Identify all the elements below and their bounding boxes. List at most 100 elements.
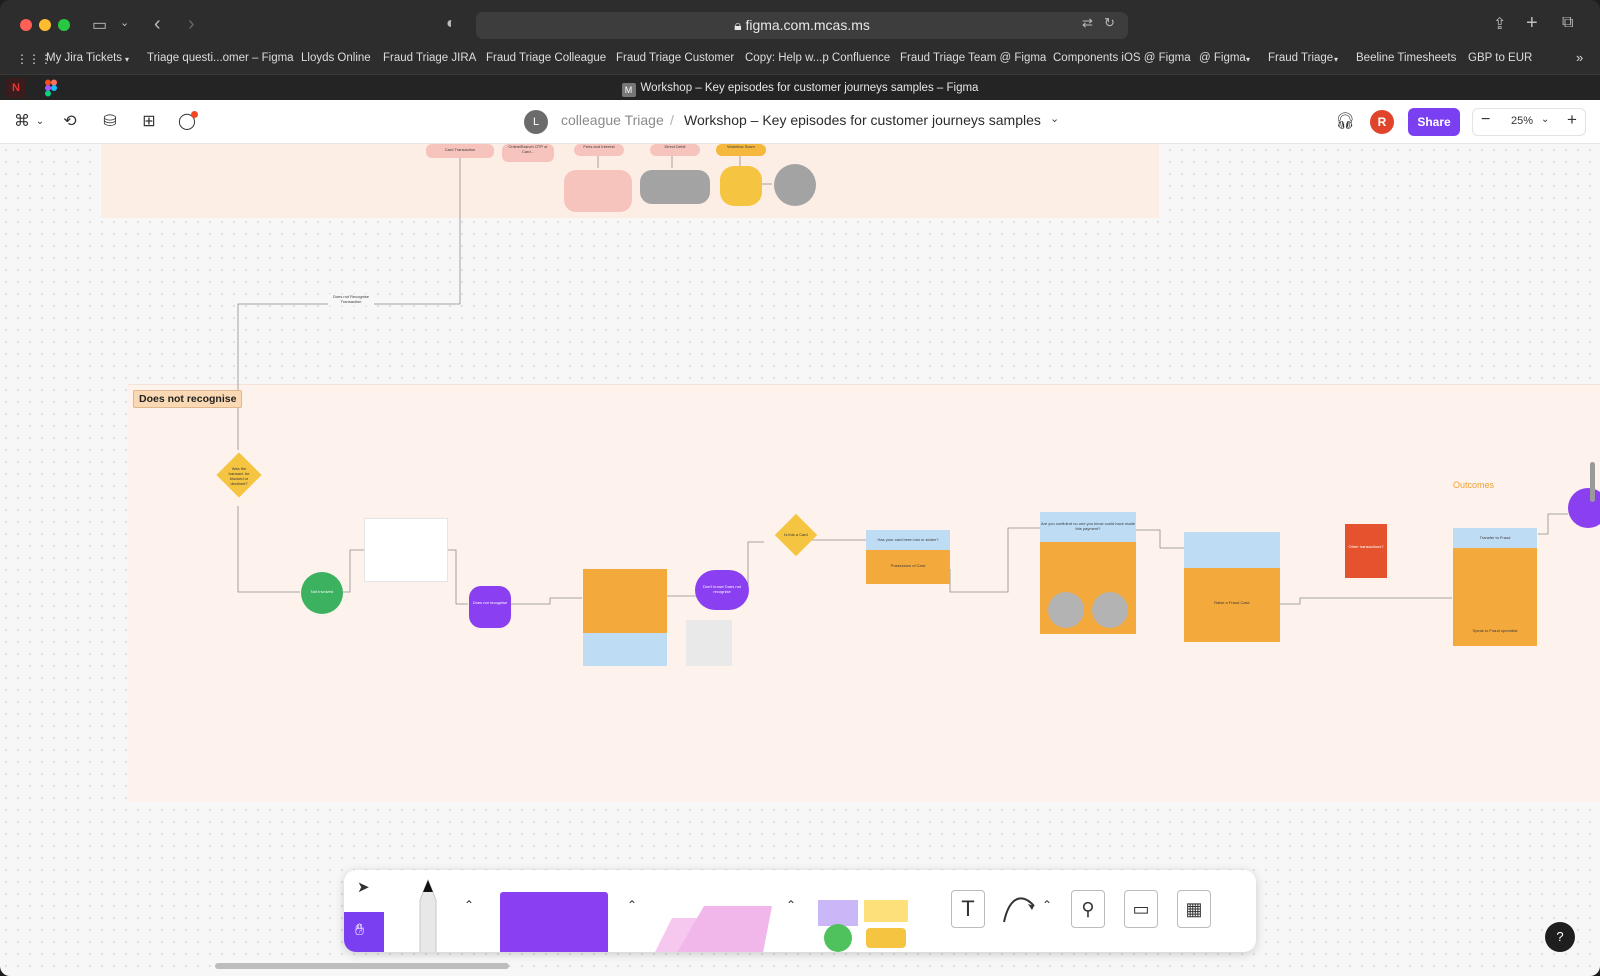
bookmark-item[interactable]: Copy: Help w...p Confluence — [745, 52, 890, 64]
other-transactions-node[interactable]: Other transactions? — [1345, 524, 1387, 578]
option-bubble[interactable] — [1092, 592, 1128, 628]
top-node[interactable]: Card Transaction — [426, 144, 494, 158]
chevron-down-icon[interactable]: ⌄ — [1050, 112, 1059, 125]
stamp-tool[interactable]: ⚲ — [1071, 890, 1105, 928]
zoom-level[interactable]: 25% — [1511, 115, 1533, 127]
text-tool[interactable]: T — [951, 890, 985, 928]
tab-overview-icon[interactable]: ⧉ — [1562, 14, 1573, 32]
horizontal-scrollbar[interactable] — [215, 963, 509, 969]
assets-icon[interactable]: ⛁ — [100, 112, 120, 132]
grey-note[interactable] — [686, 620, 732, 666]
active-tab[interactable]: M Workshop – Key episodes for customer jo… — [0, 75, 1600, 101]
file-name[interactable]: Workshop – Key episodes for customer jou… — [684, 112, 1041, 128]
offscreen-node[interactable] — [1568, 488, 1600, 528]
stickers-tool[interactable] — [814, 898, 914, 952]
figma-menu-icon[interactable]: ⌘ — [12, 112, 32, 132]
chevron-down-icon[interactable]: ⌄ — [1541, 114, 1549, 125]
chevron-down-icon[interactable]: ▾ — [1334, 55, 1338, 64]
lock-icon: 🔒︎ — [734, 17, 746, 33]
does-not-recognise-node[interactable]: Does not recognise — [469, 586, 511, 628]
breadcrumb-team[interactable]: colleague Triage — [561, 112, 664, 128]
bookmark-item[interactable]: Triage questi...omer – Figma — [147, 52, 294, 64]
chevron-up-icon[interactable]: ⌃ — [464, 898, 474, 912]
not-involved-node[interactable]: Not Involved — [301, 572, 343, 614]
close-window-button[interactable] — [20, 19, 32, 31]
possession-card[interactable]: Possession of Card — [866, 550, 950, 584]
top-node[interactable]: Workflow Scam — [716, 144, 766, 156]
orange-card[interactable] — [583, 569, 667, 633]
bookmark-item[interactable]: Fraud Triage — [1268, 52, 1333, 64]
question-card[interactable] — [364, 518, 448, 582]
dont-know-node[interactable]: Don't know/ Does not recognise — [695, 570, 749, 610]
shape-tool[interactable] — [500, 892, 608, 952]
outcomes-label[interactable]: Outcomes — [1453, 480, 1494, 490]
section-tool[interactable]: ▭ — [1124, 890, 1158, 928]
ai-tools-icon[interactable]: ⟲ — [60, 112, 80, 132]
headphones-icon[interactable]: 🎧︎ — [1335, 112, 1355, 132]
help-button[interactable]: ? — [1545, 922, 1575, 952]
top-node[interactable]: Online/Branch OTP or Card... — [502, 144, 554, 162]
section-does-not-recognise[interactable] — [128, 384, 1600, 802]
lost-question[interactable]: Has your card been lost or stolen? — [866, 530, 950, 550]
vertical-scrollbar[interactable] — [1590, 462, 1595, 502]
table-tool[interactable]: ▦ — [1177, 890, 1211, 928]
shield-icon[interactable]: ◐ — [446, 15, 456, 33]
chevron-up-icon[interactable]: ⌃ — [627, 898, 637, 912]
user-avatar[interactable]: R — [1370, 110, 1394, 134]
bookmark-item[interactable]: Lloyds Online — [301, 52, 371, 64]
top-node[interactable]: Fees and Interest — [574, 144, 624, 156]
zoom-out-icon[interactable]: − — [1481, 111, 1490, 129]
chevron-up-icon[interactable]: ⌃ — [786, 898, 796, 912]
sidebar-icon[interactable]: ▭ — [92, 15, 107, 35]
chevron-down-icon[interactable]: ▾ — [1246, 55, 1250, 64]
bookmark-item[interactable]: Beeline Timesheets — [1356, 52, 1456, 64]
top-node-detail[interactable] — [640, 170, 710, 204]
bookmark-item[interactable]: Fraud Triage Customer — [616, 52, 734, 64]
blue-card[interactable] — [583, 633, 667, 666]
forward-icon[interactable]: › — [188, 13, 195, 36]
option-bubble[interactable] — [1048, 592, 1084, 628]
decision-label: Is this a Card — [784, 532, 808, 537]
bookmark-item[interactable]: Fraud Triage JIRA — [383, 52, 476, 64]
new-tab-icon[interactable]: + — [1526, 12, 1538, 35]
bookmark-item[interactable]: @ Figma — [1199, 52, 1246, 64]
hand-tool[interactable]: ✋︎ — [344, 912, 384, 952]
layout-icon[interactable]: ⊞ — [139, 112, 159, 132]
connector-tool[interactable] — [1000, 890, 1040, 928]
bookmark-item[interactable]: Fraud Triage Team @ Figma — [900, 52, 1046, 64]
top-node-detail[interactable] — [564, 170, 632, 212]
translate-icon[interactable]: ⇄ — [1082, 15, 1093, 31]
figjam-canvas[interactable]: Card Transaction Online/Branch OTP or Ca… — [0, 144, 1600, 976]
chevron-up-icon[interactable]: ⌃ — [1042, 898, 1052, 912]
chevron-down-icon[interactable]: ⌄ — [120, 16, 129, 29]
sticky-tool[interactable] — [644, 894, 772, 952]
transfer-fraud-node[interactable]: Transfer to Fraud — [1453, 528, 1537, 548]
acknowledge-question[interactable] — [1184, 532, 1280, 568]
zoom-in-icon[interactable]: + — [1567, 110, 1577, 130]
top-node-detail[interactable] — [774, 164, 816, 206]
reload-icon[interactable]: ↻ — [1104, 15, 1115, 31]
chevron-down-icon[interactable]: ▾ — [125, 55, 129, 64]
speak-fraud-card[interactable]: Speak to Fraud specialist — [1453, 548, 1537, 646]
zoom-window-button[interactable] — [58, 19, 70, 31]
marker-tool[interactable] — [408, 876, 448, 952]
raise-fraud-card[interactable]: Raise a Fraud Case — [1184, 568, 1280, 642]
section-label[interactable]: Does not recognise — [133, 390, 243, 408]
bookmark-item[interactable]: Components iOS @ Figma — [1053, 52, 1191, 64]
bookmark-item[interactable]: GBP to EUR — [1468, 52, 1532, 64]
share-page-icon[interactable]: ⇪ — [1493, 14, 1506, 34]
minimize-window-button[interactable] — [39, 19, 51, 31]
bookmark-item[interactable]: Fraud Triage Colleague — [486, 52, 606, 64]
confident-question[interactable]: Are you confident no one you know could … — [1040, 512, 1136, 542]
decision-label: Was the transact. be blocked or declined… — [228, 466, 250, 486]
address-bar[interactable]: 🔒︎ figma.com.mcas.ms — [476, 12, 1128, 39]
top-node-detail[interactable] — [720, 166, 762, 206]
share-button[interactable]: Share — [1408, 108, 1460, 136]
back-icon[interactable]: ‹ — [154, 13, 161, 36]
move-tool-icon[interactable]: ➤ — [357, 878, 370, 896]
more-bookmarks-icon[interactable]: » — [1576, 50, 1583, 65]
chevron-down-icon[interactable]: ⌄ — [30, 112, 50, 132]
team-avatar[interactable]: L — [524, 110, 548, 134]
bookmark-item[interactable]: My Jira Tickets — [46, 52, 122, 64]
top-node[interactable]: Direct Debit — [650, 144, 700, 156]
